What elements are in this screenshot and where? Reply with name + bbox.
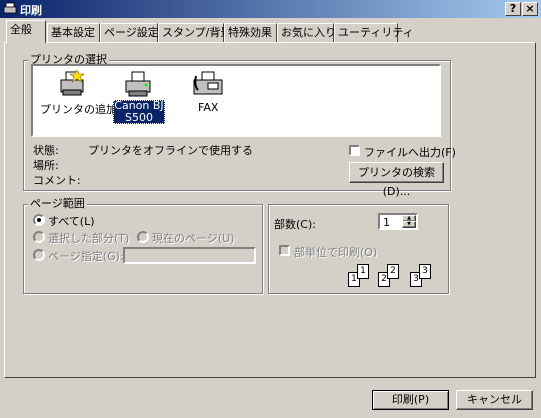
tab-page-setup[interactable]: ページ設定 <box>100 23 159 42</box>
status-value: プリンタをオフラインで使用する <box>88 144 253 157</box>
print-button[interactable]: 印刷(P) <box>372 390 449 410</box>
tab-utility[interactable]: ユーティリティ <box>334 23 414 42</box>
radio-dot <box>37 218 41 222</box>
print-to-file-check[interactable] <box>349 145 360 156</box>
print-to-file-checkbox[interactable]: ファイルへ出力(F) <box>349 144 456 159</box>
collate-checkbox[interactable]: 部単位で印刷(O) <box>279 244 378 259</box>
status-label: 状態: <box>33 144 59 157</box>
copies-label: 部数(C): <box>274 218 316 231</box>
range-all-radio[interactable]: すべて(L) <box>33 213 95 228</box>
tab-general[interactable]: 全般 <box>6 20 46 43</box>
add-printer-icon <box>60 70 85 96</box>
range-selection-label: 選択した部分(T) <box>48 232 130 245</box>
printer-item-canon[interactable]: Canon BJ S500 <box>113 70 165 125</box>
printer-item-add-label: プリンタの追加 <box>40 103 117 116</box>
collate-check[interactable] <box>279 245 290 256</box>
tab-effects[interactable]: 特殊効果 <box>224 23 277 42</box>
collate-page: 1 <box>357 264 369 279</box>
tab-favorites[interactable]: お気に入り <box>277 23 336 42</box>
range-selection-radio[interactable]: 選択した部分(T) <box>33 230 130 245</box>
range-current-page-radio[interactable]: 現在のページ(U) <box>137 230 235 245</box>
printer-item-add[interactable]: プリンタの追加 <box>40 70 117 116</box>
collate-page: 2 <box>387 264 399 279</box>
spin-down-button[interactable]: ▼ <box>402 221 416 228</box>
range-pages-radio[interactable]: ページ指定(G): <box>33 248 124 263</box>
print-to-file-label: ファイルへ出力(F) <box>364 146 456 159</box>
printer-item-fax-label: FAX <box>198 101 219 114</box>
title-bar[interactable] <box>0 0 541 18</box>
copies-value[interactable]: 1 <box>383 216 390 229</box>
cancel-button[interactable]: キャンセル <box>456 390 533 410</box>
range-current-page-label: 現在のページ(U) <box>152 232 235 245</box>
range-pages-label: ページ指定(G): <box>48 250 124 263</box>
page-range-input[interactable] <box>123 247 256 264</box>
range-all-radio-button[interactable] <box>33 214 45 226</box>
printer-icon <box>125 71 151 97</box>
copies-spinner[interactable]: 1 ▲ ▼ <box>378 213 418 230</box>
help-button[interactable]: ? <box>505 2 521 16</box>
window-title: 印刷 <box>20 4 42 17</box>
location-label: 場所: <box>33 159 59 172</box>
range-selection-radio-button[interactable] <box>33 231 45 243</box>
fax-icon <box>193 71 223 95</box>
range-current-page-radio-button[interactable] <box>137 231 149 243</box>
range-all-label: すべて(L) <box>48 215 95 228</box>
printer-item-canon-label: Canon BJ S500 <box>113 100 165 124</box>
comment-label: コメント: <box>33 174 81 187</box>
page-range-legend: ページ範囲 <box>28 197 87 210</box>
close-button[interactable]: × <box>522 2 538 16</box>
find-printer-button[interactable]: プリンタの検索(D)... <box>349 162 444 198</box>
tab-basic-settings[interactable]: 基本設定 <box>47 23 100 42</box>
printer-item-canon-label-line2: S500 <box>125 111 153 124</box>
tab-stamp-background[interactable]: スタンプ/背景 <box>158 23 231 42</box>
printer-item-fax[interactable]: FAX <box>188 70 228 115</box>
printer-app-icon <box>3 2 17 14</box>
collate-illustration: 1 1 2 2 3 3 <box>348 260 438 290</box>
collate-page: 3 <box>419 264 431 279</box>
collate-label: 部単位で印刷(O) <box>294 246 378 259</box>
range-pages-radio-button[interactable] <box>33 249 45 261</box>
